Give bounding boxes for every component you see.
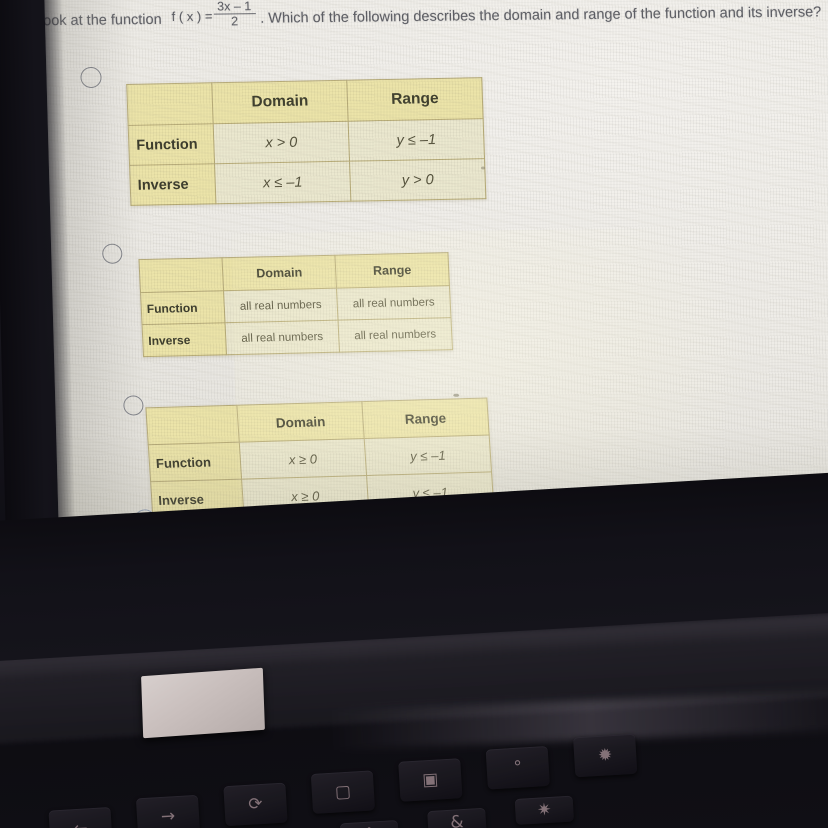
function-range-cell: y ≤ –1 xyxy=(348,118,485,162)
caret-key-glyph: ^ xyxy=(362,824,377,828)
screen-content: 8. Look at the function f ( x ) =3x – 12… xyxy=(44,0,828,546)
dust-speck xyxy=(453,393,460,397)
table-corner-cell xyxy=(138,257,224,293)
row-header-function: Function xyxy=(140,290,226,325)
inverse-range-cell: all real numbers xyxy=(337,317,453,353)
option-b-radio[interactable] xyxy=(102,243,123,264)
asterisk-key-mark: ✷ xyxy=(536,799,553,821)
fraction-numerator: 3x – 1 xyxy=(216,0,252,14)
inverse-domain-cell: x ≤ –1 xyxy=(214,161,351,204)
column-header-range: Range xyxy=(334,252,450,289)
refresh-key[interactable]: ⟳ xyxy=(223,782,288,827)
asterisk-key[interactable]: 8 ✷ xyxy=(514,795,575,825)
inverse-range-cell: y > 0 xyxy=(349,158,486,202)
arrow-right-key[interactable]: → xyxy=(135,794,201,828)
table-row: Inverse x ≤ –1 y > 0 xyxy=(129,158,486,206)
table-row: Function x > 0 y ≤ –1 xyxy=(128,118,485,166)
inverse-domain-cell: all real numbers xyxy=(225,320,340,355)
fullscreen-key-glyph: ▢ xyxy=(334,781,352,803)
option-a-table: Domain Range Function x > 0 y ≤ –1 Inver… xyxy=(126,77,486,206)
photo-of-laptop-screen: ← → ⟳ ▢ ▣ ° ✹ $ % ^ 6 & xyxy=(0,0,828,828)
column-header-domain: Domain xyxy=(221,255,337,291)
option-b-table: Domain Range Function all real numbers a… xyxy=(138,252,453,357)
option-c-radio[interactable] xyxy=(123,395,144,416)
fraction: 3x – 12 xyxy=(213,0,256,29)
brightness-key-glyph: ° xyxy=(512,757,523,778)
row-header-function: Function xyxy=(148,442,242,482)
column-header-domain: Domain xyxy=(211,80,349,124)
function-range-cell: all real numbers xyxy=(336,285,451,321)
table-corner-cell xyxy=(145,405,240,445)
brightness-up-key-glyph: ✹ xyxy=(597,745,613,766)
fraction-denominator: 2 xyxy=(230,14,239,29)
row-header-inverse: Inverse xyxy=(129,163,216,206)
fullscreen-key[interactable]: ▢ xyxy=(310,770,376,814)
question-text: 8. Look at the function f ( x ) =3x – 12… xyxy=(44,0,828,36)
brightness-key[interactable]: ° xyxy=(485,745,550,790)
option-a-radio[interactable] xyxy=(80,66,102,89)
table-corner-cell xyxy=(126,82,214,126)
arrow-right-key-glyph: → xyxy=(160,806,176,827)
dust-speck xyxy=(481,166,486,170)
brightness-up-key[interactable]: ✹ xyxy=(573,733,638,778)
window-overview-key[interactable]: ▣ xyxy=(398,758,463,802)
function-domain-cell: x > 0 xyxy=(213,121,350,164)
arrow-left-key-glyph: ← xyxy=(73,818,88,828)
table-row: Domain Range xyxy=(126,77,484,126)
row-header-inverse: Inverse xyxy=(142,322,227,357)
ampersand-key-glyph: & xyxy=(449,812,465,828)
column-header-range: Range xyxy=(346,77,484,122)
function-domain-cell: all real numbers xyxy=(223,288,338,323)
refresh-key-glyph: ⟳ xyxy=(247,793,264,815)
deck-sticker xyxy=(141,667,265,739)
ampersand-key[interactable]: & xyxy=(427,807,487,828)
formula: f ( x ) = 3x – 12 xyxy=(171,0,260,28)
row-header-function: Function xyxy=(128,123,215,166)
caret-key[interactable]: ^ xyxy=(339,819,400,828)
window-overview-key-glyph: ▣ xyxy=(421,769,439,791)
column-header-range: Range xyxy=(361,398,490,439)
table-row: Inverse all real numbers all real number… xyxy=(142,317,453,357)
function-domain-cell: x ≥ 0 xyxy=(239,438,367,480)
function-range-cell: y ≤ –1 xyxy=(364,434,492,476)
question-tail: . Which of the following describes the d… xyxy=(259,4,822,27)
arrow-left-key[interactable]: ← xyxy=(48,806,113,828)
formula-lhs: f ( x ) = xyxy=(171,8,213,24)
column-header-domain: Domain xyxy=(236,401,365,443)
